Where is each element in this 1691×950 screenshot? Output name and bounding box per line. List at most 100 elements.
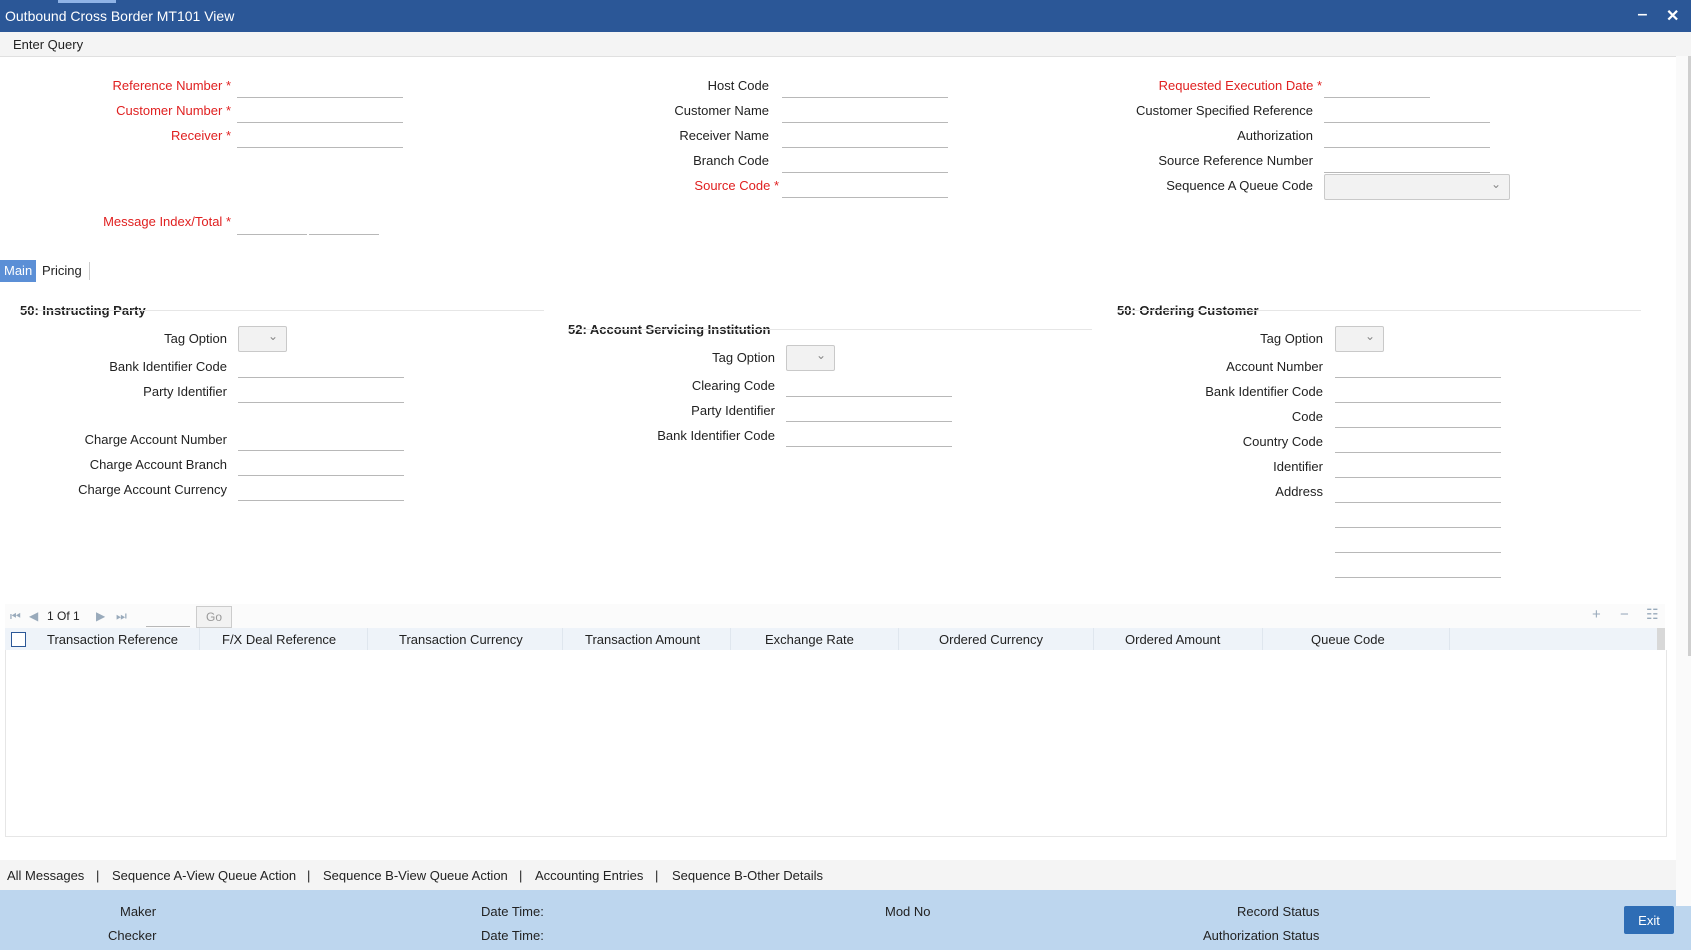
remove-row-icon[interactable]: − — [1620, 606, 1629, 623]
mod-no-label: Mod No — [885, 904, 931, 919]
accounting-entries-link[interactable]: Accounting Entries — [535, 868, 643, 883]
ip-tag-option-select[interactable]: ⌄ — [238, 326, 287, 352]
sequence-b-view-queue-action-link[interactable]: Sequence B-View Queue Action — [323, 868, 508, 883]
col-divider — [199, 628, 200, 650]
ip-bank-identifier-code-label: Bank Identifier Code — [109, 359, 227, 374]
sequence-a-queue-code-select[interactable]: ⌄ — [1324, 174, 1510, 200]
col-transaction-amount[interactable]: Transaction Amount — [585, 632, 700, 647]
single-view-icon[interactable]: ☷ — [1646, 606, 1659, 623]
grid-toolbar — [5, 604, 1665, 628]
ip-party-identifier-field[interactable] — [238, 380, 404, 403]
oc-account-number-label: Account Number — [1226, 359, 1323, 374]
message-total-field[interactable] — [309, 212, 379, 235]
asi-tag-option-select[interactable]: ⌄ — [786, 345, 835, 371]
asi-tag-option-label: Tag Option — [712, 350, 775, 365]
ip-bank-identifier-code-field[interactable] — [238, 355, 404, 378]
customer-name-label: Customer Name — [674, 103, 769, 118]
oc-bank-identifier-code-field[interactable] — [1335, 380, 1501, 403]
add-row-icon[interactable]: + — [1592, 606, 1601, 623]
message-index-total-label: Message Index/Total * — [103, 214, 231, 229]
col-queue-code[interactable]: Queue Code — [1311, 632, 1385, 647]
close-icon[interactable]: ✕ — [1666, 6, 1679, 26]
host-code-field[interactable] — [782, 75, 948, 98]
oc-tag-option-select[interactable]: ⌄ — [1335, 326, 1384, 352]
asi-bank-identifier-code-field[interactable] — [786, 424, 952, 447]
tab-divider — [89, 262, 90, 280]
message-index-field[interactable] — [237, 212, 307, 235]
customer-name-field[interactable] — [782, 100, 948, 123]
receiver-label-text: Receiver — [171, 128, 223, 143]
oc-code-field[interactable] — [1335, 405, 1501, 428]
title-bar: Outbound Cross Border MT101 View ‒ ✕ — [0, 0, 1691, 32]
last-page-icon[interactable]: ⏭ — [116, 609, 127, 624]
oc-address-line-1[interactable] — [1335, 480, 1501, 503]
customer-number-field[interactable] — [237, 100, 403, 123]
charge-account-currency-field[interactable] — [238, 478, 404, 501]
grid-scrollbar[interactable] — [1657, 628, 1665, 650]
oc-account-number-field[interactable] — [1335, 355, 1501, 378]
sequence-b-other-details-link[interactable]: Sequence B-Other Details — [672, 868, 823, 883]
page-number-input[interactable] — [146, 604, 190, 627]
maker-date-time-label: Date Time: — [481, 904, 544, 919]
oc-address-line-3[interactable] — [1335, 530, 1501, 553]
customer-number-label: Customer Number * — [116, 103, 231, 118]
source-reference-number-field[interactable] — [1324, 150, 1490, 173]
all-messages-link[interactable]: All Messages — [7, 868, 84, 883]
oc-address-line-2[interactable] — [1335, 505, 1501, 528]
receiver-name-field[interactable] — [782, 125, 948, 148]
prev-page-icon[interactable]: ◀ — [29, 609, 38, 623]
title-accent — [58, 0, 116, 3]
oc-address-line-4[interactable] — [1335, 555, 1501, 578]
source-code-field[interactable] — [782, 175, 948, 198]
record-status-label: Record Status — [1237, 904, 1320, 919]
requested-execution-date-label-text: Requested Execution Date — [1158, 78, 1314, 93]
chevron-down-icon: ⌄ — [815, 348, 826, 362]
requested-execution-date-field[interactable] — [1324, 75, 1430, 98]
charge-account-currency-label: Charge Account Currency — [78, 482, 227, 497]
required-marker: * — [225, 103, 231, 118]
charge-account-branch-field[interactable] — [238, 453, 404, 476]
charge-account-number-field[interactable] — [238, 428, 404, 451]
next-page-icon[interactable]: ▶ — [96, 609, 105, 623]
link-separator: | — [655, 868, 659, 883]
required-marker: * — [1316, 78, 1322, 93]
sequence-a-view-queue-action-link[interactable]: Sequence A-View Queue Action — [112, 868, 296, 883]
col-ordered-amount[interactable]: Ordered Amount — [1125, 632, 1220, 647]
requested-execution-date-label: Requested Execution Date * — [1159, 78, 1322, 93]
col-divider — [1449, 628, 1450, 650]
source-code-label: Source Code * — [694, 178, 779, 193]
col-ordered-currency[interactable]: Ordered Currency — [939, 632, 1043, 647]
page-indicator: 1 Of 1 — [47, 609, 80, 623]
first-page-icon[interactable]: ⏮ — [10, 609, 21, 624]
oc-country-code-field[interactable] — [1335, 430, 1501, 453]
col-transaction-currency[interactable]: Transaction Currency — [399, 632, 523, 647]
tab-pricing[interactable]: Pricing — [38, 260, 86, 282]
maker-label: Maker — [120, 904, 157, 919]
customer-specified-reference-field[interactable] — [1324, 100, 1490, 123]
section-divider — [1117, 310, 1641, 311]
asi-party-identifier-field[interactable] — [786, 399, 952, 422]
branch-code-field[interactable] — [782, 150, 948, 173]
clearing-code-field[interactable] — [786, 374, 952, 397]
link-separator: | — [519, 868, 523, 883]
oc-code-label: Code — [1291, 409, 1323, 424]
enter-query-button[interactable]: Enter Query — [13, 37, 83, 52]
grid-body — [5, 650, 1667, 837]
link-separator: | — [96, 868, 100, 883]
oc-identifier-field[interactable] — [1335, 455, 1501, 478]
minimize-icon[interactable]: ‒ — [1638, 6, 1647, 24]
col-fx-deal-reference[interactable]: F/X Deal Reference — [222, 632, 336, 647]
reference-number-field[interactable] — [237, 75, 403, 98]
authorization-field[interactable] — [1324, 125, 1490, 148]
go-button[interactable]: Go — [196, 606, 232, 628]
clearing-code-label: Clearing Code — [691, 378, 775, 393]
receiver-field[interactable] — [237, 125, 403, 148]
col-exchange-rate[interactable]: Exchange Rate — [765, 632, 854, 647]
select-all-checkbox[interactable] — [11, 632, 26, 647]
source-reference-number-label: Source Reference Number — [1158, 153, 1313, 168]
col-transaction-reference[interactable]: Transaction Reference — [47, 632, 178, 647]
tab-main[interactable]: Main — [0, 260, 37, 282]
audit-footer: Maker Checker Date Time: Date Time: Mod … — [0, 890, 1691, 950]
window-title: Outbound Cross Border MT101 View — [5, 8, 235, 24]
exit-button[interactable]: Exit — [1624, 906, 1674, 934]
